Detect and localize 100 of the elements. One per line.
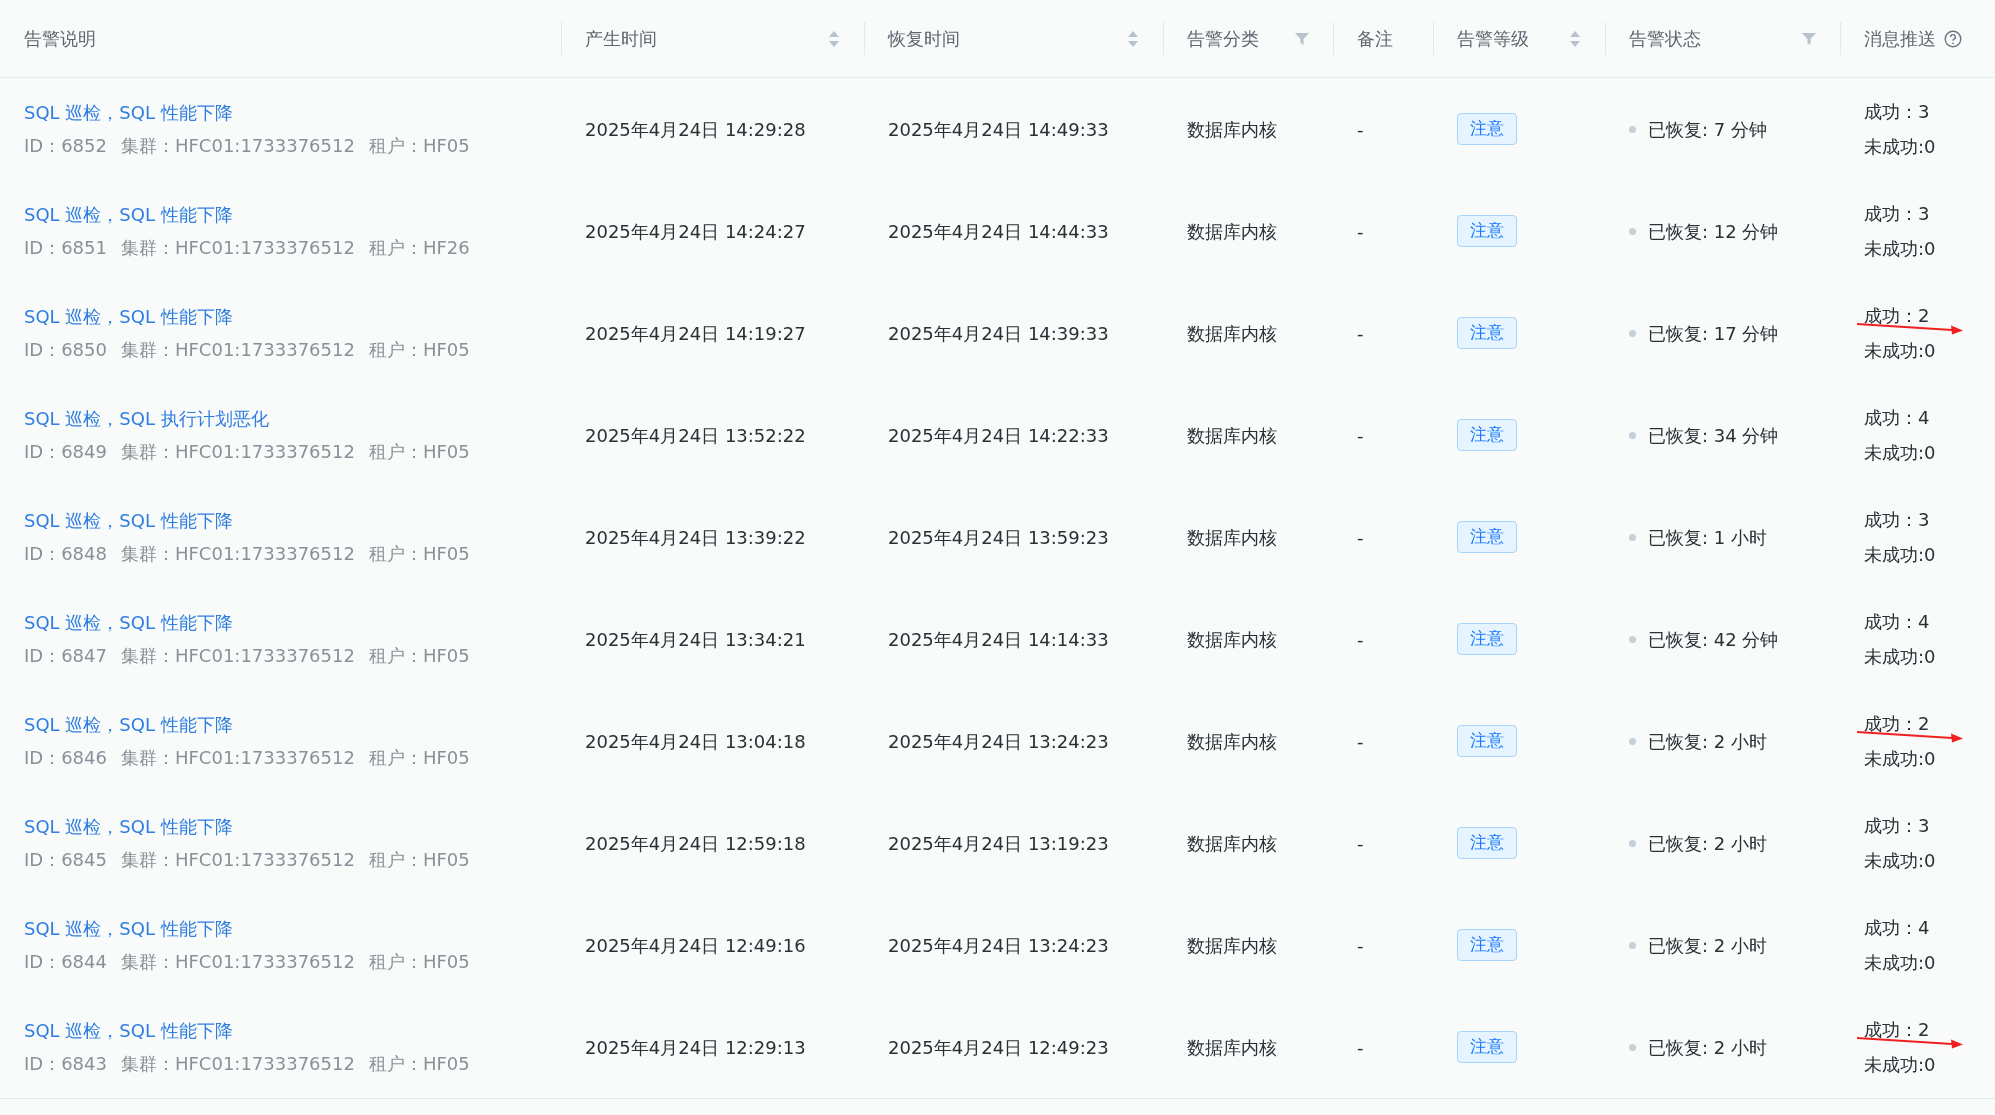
table-cell: 2025年4月24日 13:24:23 bbox=[888, 730, 1109, 752]
filter-icon[interactable] bbox=[1802, 31, 1816, 46]
status-text: 已恢复: 42 分钟 bbox=[1648, 627, 1779, 652]
level-tag: 注意 bbox=[1457, 419, 1517, 451]
push-fail-count: 未成功:0 bbox=[1864, 747, 1937, 771]
tenant-text: 租户：HF26 bbox=[368, 236, 470, 260]
table-cell: 数据库内核 bbox=[1187, 832, 1277, 854]
column-header: 消息推送 bbox=[1864, 27, 1936, 51]
column-header: 告警说明 bbox=[24, 27, 96, 51]
push-success-count: 成功：2 bbox=[1864, 1018, 1931, 1042]
table-cell: - bbox=[1357, 934, 1364, 956]
cluster-text: 集群：HFC01:1733376512 bbox=[121, 950, 355, 974]
sort-icon[interactable] bbox=[1569, 29, 1581, 48]
table-cell: 2025年4月24日 14:14:33 bbox=[888, 628, 1109, 650]
alert-id: ID：6852 bbox=[24, 134, 107, 158]
alert-title-link[interactable]: SQL 巡检，SQL 性能下降 bbox=[24, 201, 561, 228]
status-text: 已恢复: 2 小时 bbox=[1648, 729, 1767, 754]
push-fail-count: 未成功:0 bbox=[1864, 1053, 1937, 1077]
alert-title-link[interactable]: SQL 巡检，SQL 性能下降 bbox=[24, 915, 561, 942]
cluster-text: 集群：HFC01:1733376512 bbox=[121, 236, 355, 260]
sort-icon[interactable] bbox=[1127, 29, 1139, 48]
alert-title-link[interactable]: SQL 巡检，SQL 性能下降 bbox=[24, 813, 561, 840]
table-cell: - bbox=[1357, 220, 1364, 242]
alert-title-link[interactable]: SQL 巡检，SQL 性能下降 bbox=[24, 609, 561, 636]
status-text: 已恢复: 17 分钟 bbox=[1648, 321, 1779, 346]
status-text: 已恢复: 2 小时 bbox=[1648, 831, 1767, 856]
column-header: 产生时间 bbox=[585, 27, 657, 51]
column-header: 告警分类 bbox=[1187, 27, 1259, 51]
table-cell: 2025年4月24日 12:29:13 bbox=[585, 1036, 806, 1058]
alert-title-link[interactable]: SQL 巡检，SQL 性能下降 bbox=[24, 711, 561, 738]
alert-id: ID：6847 bbox=[24, 644, 107, 668]
status-text: 已恢复: 2 小时 bbox=[1648, 1035, 1767, 1060]
alert-id: ID：6848 bbox=[24, 542, 107, 566]
alert-title-link[interactable]: SQL 巡检，SQL 性能下降 bbox=[24, 1017, 561, 1044]
push-fail-count: 未成功:0 bbox=[1864, 237, 1937, 261]
table-cell: 数据库内核 bbox=[1187, 322, 1277, 344]
table-cell: 2025年4月24日 13:39:22 bbox=[585, 526, 806, 548]
table-cell: 2025年4月24日 14:49:33 bbox=[888, 118, 1109, 140]
table-cell: - bbox=[1357, 118, 1364, 140]
table-cell: 2025年4月24日 13:04:18 bbox=[585, 730, 806, 752]
push-success-count: 成功：4 bbox=[1864, 916, 1931, 940]
table-cell: - bbox=[1357, 730, 1364, 752]
table-cell: - bbox=[1357, 628, 1364, 650]
tenant-text: 租户：HF05 bbox=[368, 746, 470, 770]
column-header: 备注 bbox=[1357, 27, 1393, 51]
sort-icon[interactable] bbox=[828, 29, 840, 48]
push-success-count: 成功：3 bbox=[1864, 508, 1931, 532]
table-cell: 2025年4月24日 13:59:23 bbox=[888, 526, 1109, 548]
alert-id: ID：6845 bbox=[24, 848, 107, 872]
alert-id: ID：6850 bbox=[24, 338, 107, 362]
help-icon[interactable] bbox=[1944, 29, 1962, 48]
table-cell: 数据库内核 bbox=[1187, 526, 1277, 548]
cluster-text: 集群：HFC01:1733376512 bbox=[121, 542, 355, 566]
table-cell: 2025年4月24日 14:19:27 bbox=[585, 322, 806, 344]
table-cell: - bbox=[1357, 832, 1364, 854]
cluster-text: 集群：HFC01:1733376512 bbox=[121, 644, 355, 668]
push-success-count: 成功：4 bbox=[1864, 406, 1931, 430]
alert-id: ID：6851 bbox=[24, 236, 107, 260]
table-cell: 2025年4月24日 12:49:16 bbox=[585, 934, 806, 956]
tenant-text: 租户：HF05 bbox=[368, 644, 470, 668]
push-fail-count: 未成功:0 bbox=[1864, 543, 1937, 567]
alert-title-link[interactable]: SQL 巡检，SQL 性能下降 bbox=[24, 99, 561, 126]
tenant-text: 租户：HF05 bbox=[368, 134, 470, 158]
alert-id: ID：6843 bbox=[24, 1052, 107, 1076]
alert-title-link[interactable]: SQL 巡检，SQL 性能下降 bbox=[24, 303, 561, 330]
alert-title-link[interactable]: SQL 巡检，SQL 性能下降 bbox=[24, 507, 561, 534]
table-cell: 数据库内核 bbox=[1187, 628, 1277, 650]
cluster-text: 集群：HFC01:1733376512 bbox=[121, 848, 355, 872]
push-fail-count: 未成功:0 bbox=[1864, 645, 1937, 669]
table-cell: 数据库内核 bbox=[1187, 220, 1277, 242]
table-cell: 2025年4月24日 13:34:21 bbox=[585, 628, 806, 650]
column-header: 告警等级 bbox=[1457, 27, 1529, 51]
push-fail-count: 未成功:0 bbox=[1864, 339, 1937, 363]
cluster-text: 集群：HFC01:1733376512 bbox=[121, 1052, 355, 1076]
push-success-count: 成功：3 bbox=[1864, 814, 1931, 838]
level-tag: 注意 bbox=[1457, 623, 1517, 655]
status-text: 已恢复: 12 分钟 bbox=[1648, 219, 1779, 244]
push-fail-count: 未成功:0 bbox=[1864, 441, 1937, 465]
filter-icon[interactable] bbox=[1295, 31, 1309, 46]
table-cell: 数据库内核 bbox=[1187, 118, 1277, 140]
table-cell: 2025年4月24日 14:39:33 bbox=[888, 322, 1109, 344]
level-tag: 注意 bbox=[1457, 1031, 1517, 1063]
table-cell: 2025年4月24日 13:24:23 bbox=[888, 934, 1109, 956]
table-cell: 2025年4月24日 13:52:22 bbox=[585, 424, 806, 446]
tenant-text: 租户：HF05 bbox=[368, 848, 470, 872]
status-text: 已恢复: 2 小时 bbox=[1648, 933, 1767, 958]
table-cell: - bbox=[1357, 424, 1364, 446]
status-text: 已恢复: 1 小时 bbox=[1648, 525, 1767, 550]
table-cell: 数据库内核 bbox=[1187, 730, 1277, 752]
table-cell: 2025年4月24日 14:44:33 bbox=[888, 220, 1109, 242]
cluster-text: 集群：HFC01:1733376512 bbox=[121, 440, 355, 464]
table-cell: - bbox=[1357, 526, 1364, 548]
status-text: 已恢复: 7 分钟 bbox=[1648, 117, 1767, 142]
table-cell: 数据库内核 bbox=[1187, 934, 1277, 956]
alert-title-link[interactable]: SQL 巡检，SQL 执行计划恶化 bbox=[24, 405, 561, 432]
push-success-count: 成功：2 bbox=[1864, 712, 1931, 736]
alert-id: ID：6849 bbox=[24, 440, 107, 464]
push-success-count: 成功：2 bbox=[1864, 304, 1931, 328]
level-tag: 注意 bbox=[1457, 521, 1517, 553]
table-cell: - bbox=[1357, 1036, 1364, 1058]
